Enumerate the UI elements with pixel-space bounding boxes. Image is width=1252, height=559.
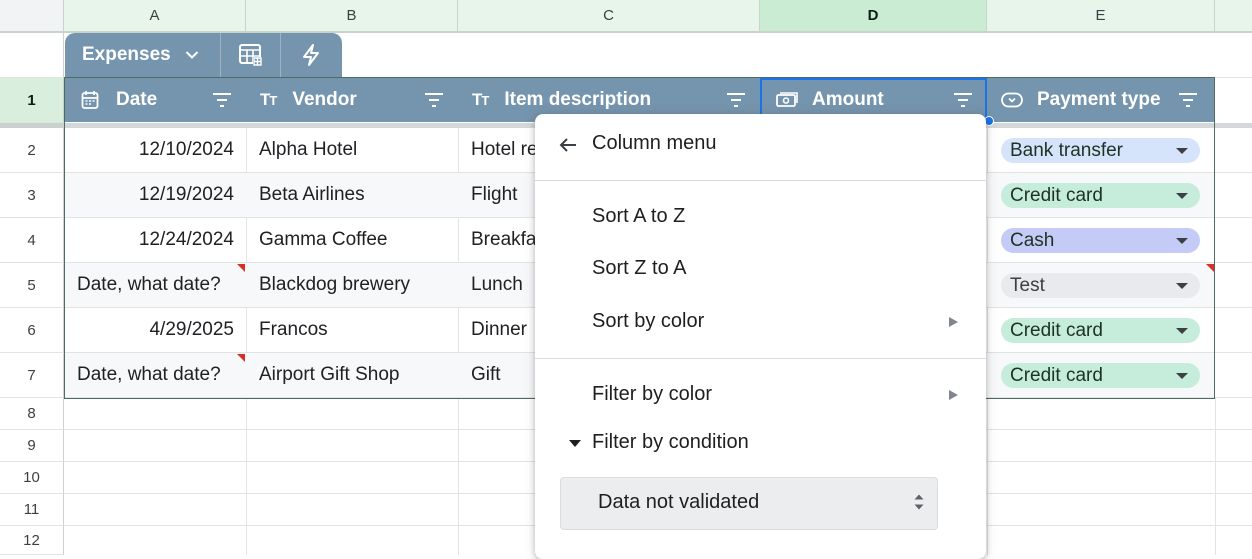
row-number-2[interactable]: 2 bbox=[0, 128, 64, 173]
dropdown-arrow-icon bbox=[1176, 283, 1188, 289]
cell-date[interactable]: 4/29/2025 bbox=[65, 308, 246, 352]
row-number-10[interactable]: 10 bbox=[0, 462, 64, 494]
currency-icon bbox=[776, 92, 798, 107]
cell-date[interactable]: Date, what date? bbox=[65, 263, 246, 307]
header-label: Vendor bbox=[292, 89, 357, 110]
text-type-icon: TT bbox=[472, 90, 489, 109]
filter-icon[interactable] bbox=[212, 92, 232, 108]
column-header-e[interactable]: E bbox=[987, 0, 1215, 31]
row-number-12[interactable]: 12 bbox=[0, 526, 64, 555]
chevron-down-icon bbox=[185, 51, 198, 59]
filter-icon[interactable] bbox=[1178, 92, 1198, 108]
cell-vendor[interactable]: Blackdog brewery bbox=[247, 263, 458, 307]
cell-item[interactable]: Hotel re bbox=[459, 128, 535, 172]
cell-item[interactable]: Breakfa bbox=[459, 218, 535, 262]
calendar-icon bbox=[81, 91, 99, 109]
table-grid-icon bbox=[238, 44, 262, 66]
cell-vendor[interactable]: Airport Gift Shop bbox=[247, 353, 458, 397]
column-header-a[interactable]: A bbox=[64, 0, 246, 31]
sort-z-to-a[interactable]: Sort Z to A bbox=[592, 257, 686, 280]
row-number-1[interactable]: 1 bbox=[0, 78, 64, 123]
sort-a-to-z[interactable]: Sort A to Z bbox=[592, 205, 685, 228]
select-arrows-icon bbox=[914, 494, 924, 510]
column-header-b[interactable]: B bbox=[246, 0, 458, 31]
dropdown-arrow-icon bbox=[1176, 193, 1188, 199]
payment-chip[interactable]: Cash bbox=[1001, 228, 1200, 253]
table-view-button[interactable] bbox=[221, 33, 280, 77]
filter-icon[interactable] bbox=[953, 92, 973, 108]
invalid-data-flag-icon bbox=[237, 354, 245, 362]
cell-item[interactable]: Dinner bbox=[459, 308, 535, 352]
cell-date[interactable]: 12/24/2024 bbox=[65, 218, 246, 262]
filter-by-color[interactable]: Filter by color bbox=[592, 383, 712, 406]
select-all-corner[interactable] bbox=[0, 0, 64, 31]
submenu-arrow-icon bbox=[949, 390, 958, 400]
header-vendor[interactable]: TT Vendor bbox=[246, 78, 458, 122]
cell-date[interactable]: 12/10/2024 bbox=[65, 128, 246, 172]
column-header-f[interactable] bbox=[1215, 0, 1252, 31]
cell-date[interactable]: 12/19/2024 bbox=[65, 173, 246, 217]
table-name-button[interactable]: Expenses bbox=[66, 33, 220, 77]
cell-date[interactable]: Date, what date? bbox=[65, 353, 246, 397]
caret-down-icon bbox=[569, 440, 581, 447]
table-name: Expenses bbox=[82, 44, 171, 65]
column-menu-title: Column menu bbox=[592, 132, 717, 154]
column-header-d[interactable]: D bbox=[760, 0, 987, 31]
cell-vendor[interactable]: Francos bbox=[247, 308, 458, 352]
row-number-6[interactable]: 6 bbox=[0, 308, 64, 353]
cell-vendor[interactable]: Gamma Coffee bbox=[247, 218, 458, 262]
invalid-data-flag-icon bbox=[1206, 264, 1214, 272]
filter-icon[interactable] bbox=[726, 92, 746, 108]
row-number-5[interactable]: 5 bbox=[0, 263, 64, 308]
dropdown-arrow-icon bbox=[1176, 373, 1188, 379]
sort-by-color[interactable]: Sort by color bbox=[592, 310, 704, 333]
header-date[interactable]: Date bbox=[65, 78, 246, 122]
filter-by-condition[interactable]: Filter by condition bbox=[592, 431, 749, 454]
lightning-bolt-icon bbox=[303, 44, 319, 66]
back-button[interactable] bbox=[553, 130, 583, 160]
header-payment-type[interactable]: Payment type bbox=[987, 78, 1214, 122]
payment-chip[interactable]: Bank transfer bbox=[1001, 138, 1200, 163]
column-menu: Column menu Sort A to Z Sort Z to A Sort… bbox=[535, 114, 986, 559]
payment-chip[interactable]: Credit card bbox=[1001, 183, 1200, 208]
row-number-3[interactable]: 3 bbox=[0, 173, 64, 218]
dropdown-arrow-icon bbox=[1176, 148, 1188, 154]
row-number-7[interactable]: 7 bbox=[0, 353, 64, 398]
dropdown-arrow-icon bbox=[1176, 238, 1188, 244]
payment-chip[interactable]: Credit card bbox=[1001, 363, 1200, 388]
submenu-arrow-icon bbox=[949, 317, 958, 327]
cell-vendor[interactable]: Beta Airlines bbox=[247, 173, 458, 217]
header-label: Date bbox=[116, 89, 158, 110]
filter-icon[interactable] bbox=[424, 92, 444, 108]
invalid-data-flag-icon bbox=[237, 264, 245, 272]
header-label: Payment type bbox=[1037, 89, 1161, 110]
row-number-blank bbox=[0, 33, 64, 78]
payment-chip[interactable]: Credit card bbox=[1001, 318, 1200, 343]
dropdown-arrow-icon bbox=[1176, 328, 1188, 334]
automation-button[interactable] bbox=[281, 33, 341, 77]
cell-item[interactable]: Flight bbox=[459, 173, 535, 217]
header-label: Amount bbox=[812, 89, 884, 110]
cell-item[interactable]: Lunch bbox=[459, 263, 535, 307]
cell-vendor[interactable]: Alpha Hotel bbox=[247, 128, 458, 172]
condition-select-value: Data not validated bbox=[598, 491, 760, 513]
header-label: Item description bbox=[504, 89, 652, 110]
row-number-4[interactable]: 4 bbox=[0, 218, 64, 263]
arrow-left-icon bbox=[559, 138, 576, 152]
column-header-c[interactable]: C bbox=[458, 0, 760, 31]
text-type-icon: TT bbox=[260, 90, 277, 109]
row-number-11[interactable]: 11 bbox=[0, 494, 64, 526]
dropdown-chip-icon bbox=[1001, 92, 1023, 108]
cell-item[interactable]: Gift bbox=[459, 353, 535, 397]
payment-chip[interactable]: Test bbox=[1001, 273, 1200, 298]
condition-select[interactable]: Data not validated bbox=[560, 477, 938, 530]
row-number-8[interactable]: 8 bbox=[0, 398, 64, 430]
row-number-9[interactable]: 9 bbox=[0, 430, 64, 462]
